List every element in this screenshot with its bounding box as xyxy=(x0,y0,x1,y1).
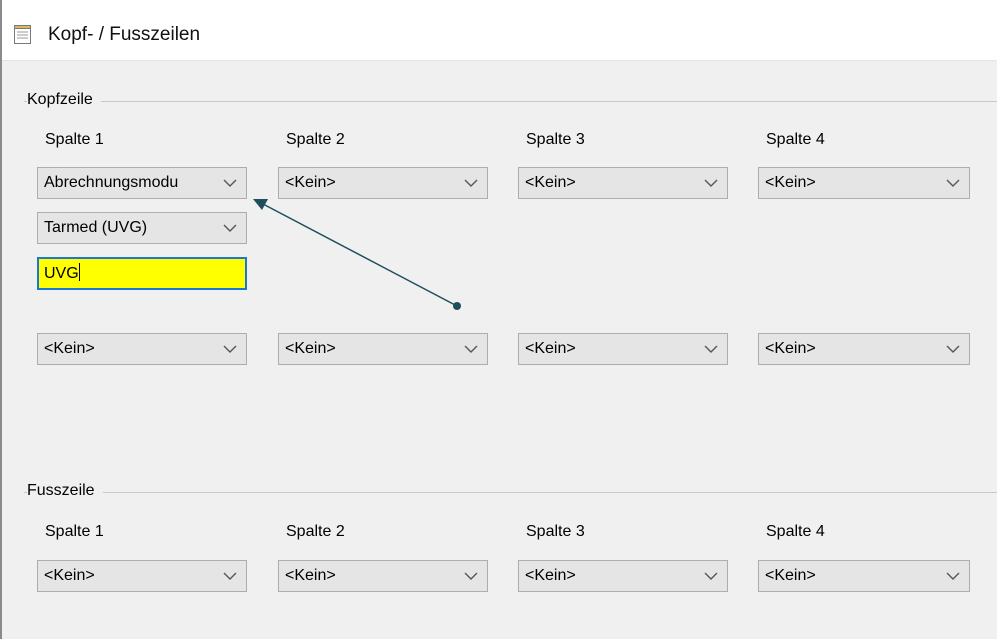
header-column-4-label: Spalte 4 xyxy=(766,131,825,148)
header-column-2-label: Spalte 2 xyxy=(286,131,345,148)
window-border xyxy=(0,0,2,639)
header-column-1-text-input[interactable]: UVG xyxy=(37,257,247,290)
footer-column-2-select[interactable]: <Kein> xyxy=(278,560,488,592)
chevron-down-icon xyxy=(223,179,237,187)
notepad-icon xyxy=(13,23,33,45)
chevron-down-icon xyxy=(223,345,237,353)
chevron-down-icon xyxy=(223,572,237,580)
chevron-down-icon xyxy=(946,179,960,187)
chevron-down-icon xyxy=(464,345,478,353)
header-row2-column-3-select[interactable]: <Kein> xyxy=(518,333,728,365)
footer-column-1-select[interactable]: <Kein> xyxy=(37,560,247,592)
footer-column-4-label: Spalte 4 xyxy=(766,523,825,540)
footer-group-label: Fusszeile xyxy=(27,482,103,500)
chevron-down-icon xyxy=(704,345,718,353)
header-row2-column-4-select[interactable]: <Kein> xyxy=(758,333,970,365)
header-group-label: Kopfzeile xyxy=(27,91,101,109)
footer-column-3-label: Spalte 3 xyxy=(526,523,585,540)
footer-column-4-select[interactable]: <Kein> xyxy=(758,560,970,592)
annotation-arrow xyxy=(253,199,461,310)
header-column-3-select[interactable]: <Kein> xyxy=(518,167,728,199)
header-column-2-select[interactable]: <Kein> xyxy=(278,167,488,199)
title-bar: Kopf- / Fusszeilen xyxy=(0,0,997,61)
footer-column-1-label: Spalte 1 xyxy=(45,523,104,540)
header-row2-column-2-select[interactable]: <Kein> xyxy=(278,333,488,365)
header-column-4-select[interactable]: <Kein> xyxy=(758,167,970,199)
header-column-1-sub-select[interactable]: Tarmed (UVG) xyxy=(37,212,247,244)
header-column-3-label: Spalte 3 xyxy=(526,131,585,148)
chevron-down-icon xyxy=(946,345,960,353)
footer-column-3-select[interactable]: <Kein> xyxy=(518,560,728,592)
chevron-down-icon xyxy=(223,224,237,232)
header-column-1-select[interactable]: Abrechnungsmodu xyxy=(37,167,247,199)
chevron-down-icon xyxy=(704,179,718,187)
chevron-down-icon xyxy=(464,572,478,580)
header-group-line xyxy=(24,101,997,102)
header-row2-column-1-select[interactable]: <Kein> xyxy=(37,333,247,365)
chevron-down-icon xyxy=(946,572,960,580)
chevron-down-icon xyxy=(464,179,478,187)
footer-group-line xyxy=(24,492,997,493)
text-caret xyxy=(78,263,80,281)
window-title: Kopf- / Fusszeilen xyxy=(48,24,201,45)
chevron-down-icon xyxy=(704,572,718,580)
header-column-1-label: Spalte 1 xyxy=(45,131,104,148)
footer-column-2-label: Spalte 2 xyxy=(286,523,345,540)
